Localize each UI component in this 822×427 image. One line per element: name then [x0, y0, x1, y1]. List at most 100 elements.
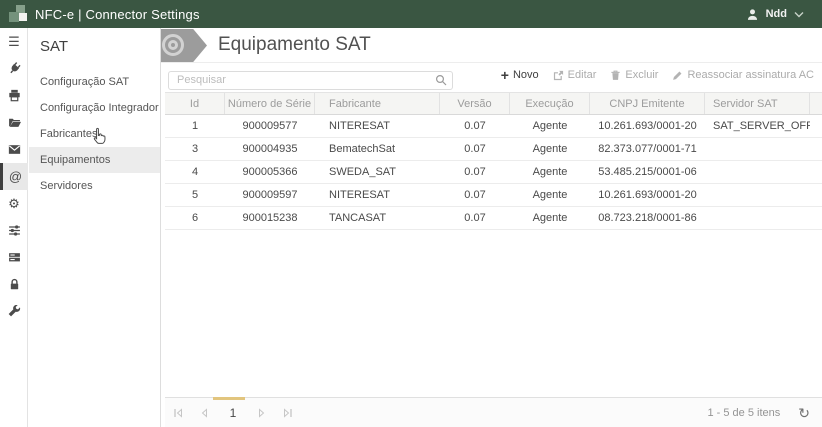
- server-icon[interactable]: [0, 244, 28, 271]
- current-page-indicator: [213, 397, 245, 400]
- table-cell: 08.723.218/0001-86: [590, 207, 705, 229]
- table-cell: SWEDA_SAT: [315, 161, 440, 183]
- topbar: NFC-e | Connector Settings Ndd: [0, 0, 822, 28]
- table-cell: 4: [165, 161, 225, 183]
- search-input[interactable]: [168, 71, 453, 90]
- table-cell: 0.07: [440, 161, 510, 183]
- edit-icon: [553, 70, 564, 81]
- search-icon: [435, 74, 447, 86]
- sidebar-items: Configuração SATConfiguração IntegradorF…: [29, 69, 160, 199]
- gear-icon[interactable]: ⚙: [0, 190, 28, 217]
- table-cell: NITERESAT: [315, 115, 440, 137]
- printer-icon[interactable]: [0, 82, 28, 109]
- data-grid: IdNúmero de SérieFabricanteVersãoExecuçã…: [165, 92, 822, 230]
- person-icon: [746, 8, 759, 21]
- table-cell: 900004935: [225, 138, 315, 160]
- table-cell: [705, 161, 810, 183]
- sidebar-item-fabricantes[interactable]: Fabricantes: [29, 121, 160, 147]
- app-title: NFC-e | Connector Settings: [35, 7, 200, 22]
- table-cell: Agente: [510, 161, 590, 183]
- last-page-button[interactable]: [275, 398, 301, 427]
- toolbar-actions: + Novo Editar Excluir: [501, 69, 814, 81]
- user-name: Ndd: [766, 8, 787, 20]
- grid-body: 1900009577NITERESAT0.07Agente10.261.693/…: [165, 115, 822, 230]
- folder-open-icon[interactable]: [0, 109, 28, 136]
- table-cell: 0.07: [440, 115, 510, 137]
- table-cell: [705, 184, 810, 206]
- icon-rail: ☰ @ ⚙: [0, 28, 28, 427]
- sidebar-item-equipamentos[interactable]: Equipamentos: [29, 147, 160, 173]
- page-title: Equipamento SAT: [218, 34, 371, 56]
- table-cell: 1: [165, 115, 225, 137]
- new-button[interactable]: + Novo: [501, 69, 539, 81]
- reassign-ac-button[interactable]: Reassociar assinatura AC: [672, 69, 814, 81]
- pager-right: 1 - 5 de 5 itens ↻: [707, 406, 822, 420]
- scrollbar-spacer: [810, 93, 822, 114]
- pager-summary: 1 - 5 de 5 itens: [707, 407, 780, 419]
- first-page-button[interactable]: [165, 398, 191, 427]
- table-cell: 3: [165, 138, 225, 160]
- table-row[interactable]: 3900004935BematechSat0.07Agente82.373.07…: [165, 138, 822, 161]
- column-header-versao[interactable]: Versão: [440, 93, 510, 114]
- table-cell: TANCASAT: [315, 207, 440, 229]
- ndd-logo-icon: [5, 3, 31, 25]
- table-cell: 10.261.693/0001-20: [590, 184, 705, 206]
- delete-button[interactable]: Excluir: [610, 69, 658, 81]
- table-cell: BematechSat: [315, 138, 440, 160]
- column-header-execucao[interactable]: Execução: [510, 93, 590, 114]
- table-cell: SAT_SERVER_OFF: [705, 115, 810, 137]
- table-cell: Agente: [510, 184, 590, 206]
- page-number[interactable]: 1: [217, 406, 249, 420]
- refresh-icon[interactable]: ↻: [798, 406, 810, 420]
- table-row[interactable]: 6900015238TANCASAT0.07Agente08.723.218/0…: [165, 207, 822, 230]
- column-header-fabricante[interactable]: Fabricante: [315, 93, 440, 114]
- hamburger-menu-icon[interactable]: ☰: [0, 28, 28, 55]
- edit-button[interactable]: Editar: [553, 69, 597, 81]
- table-cell: 6: [165, 207, 225, 229]
- grid-header: IdNúmero de SérieFabricanteVersãoExecuçã…: [165, 92, 822, 115]
- table-cell: 900015238: [225, 207, 315, 229]
- table-cell: 0.07: [440, 184, 510, 206]
- table-row[interactable]: 1900009577NITERESAT0.07Agente10.261.693/…: [165, 115, 822, 138]
- sidebar-item-servidores[interactable]: Servidores: [29, 173, 160, 199]
- table-cell: Agente: [510, 207, 590, 229]
- table-cell: 900005366: [225, 161, 315, 183]
- sliders-icon[interactable]: [0, 217, 28, 244]
- search-box: [168, 70, 453, 89]
- prev-page-button[interactable]: [191, 398, 217, 427]
- sidebar-item-configuracao-integrador[interactable]: Configuração Integrador: [29, 95, 160, 121]
- plug-icon[interactable]: [0, 55, 28, 82]
- table-cell: 900009577: [225, 115, 315, 137]
- app-window: NFC-e | Connector Settings Ndd ☰: [0, 0, 822, 427]
- table-cell: 10.261.693/0001-20: [590, 115, 705, 137]
- pencil-icon: [672, 70, 683, 81]
- wrench-icon[interactable]: [0, 298, 28, 325]
- pager: 1 1 - 5 de 5 itens ↻: [165, 397, 822, 427]
- table-cell: Agente: [510, 138, 590, 160]
- table-row[interactable]: 5900009597NITERESAT0.07Agente10.261.693/…: [165, 184, 822, 207]
- column-header-cnpj-emitente[interactable]: CNPJ Emitente: [590, 93, 705, 114]
- main-content: Equipamento SAT + Novo: [161, 28, 822, 427]
- sidebar: SAT Configuração SATConfiguração Integra…: [29, 28, 161, 427]
- table-cell: 0.07: [440, 138, 510, 160]
- table-cell: 900009597: [225, 184, 315, 206]
- mail-icon[interactable]: [0, 136, 28, 163]
- table-cell: NITERESAT: [315, 184, 440, 206]
- column-header-id[interactable]: Id: [165, 93, 225, 114]
- table-cell: [705, 207, 810, 229]
- at-sign-icon[interactable]: @: [0, 163, 28, 190]
- next-page-button[interactable]: [249, 398, 275, 427]
- column-header-servidor-sat[interactable]: Servidor SAT: [705, 93, 810, 114]
- sidebar-item-configuracao-sat[interactable]: Configuração SAT: [29, 69, 160, 95]
- table-cell: 82.373.077/0001-71: [590, 138, 705, 160]
- trash-icon: [610, 70, 621, 81]
- column-header-numero-de-serie[interactable]: Número de Série: [225, 93, 315, 114]
- user-menu[interactable]: Ndd: [746, 8, 822, 21]
- table-row[interactable]: 4900005366SWEDA_SAT0.07Agente53.485.215/…: [165, 161, 822, 184]
- sidebar-title: SAT: [29, 28, 160, 69]
- table-cell: 0.07: [440, 207, 510, 229]
- plus-icon: +: [501, 70, 509, 80]
- toolbar: + Novo Editar Excluir: [161, 63, 822, 92]
- lock-icon[interactable]: [0, 271, 28, 298]
- page-header: Equipamento SAT: [161, 28, 822, 63]
